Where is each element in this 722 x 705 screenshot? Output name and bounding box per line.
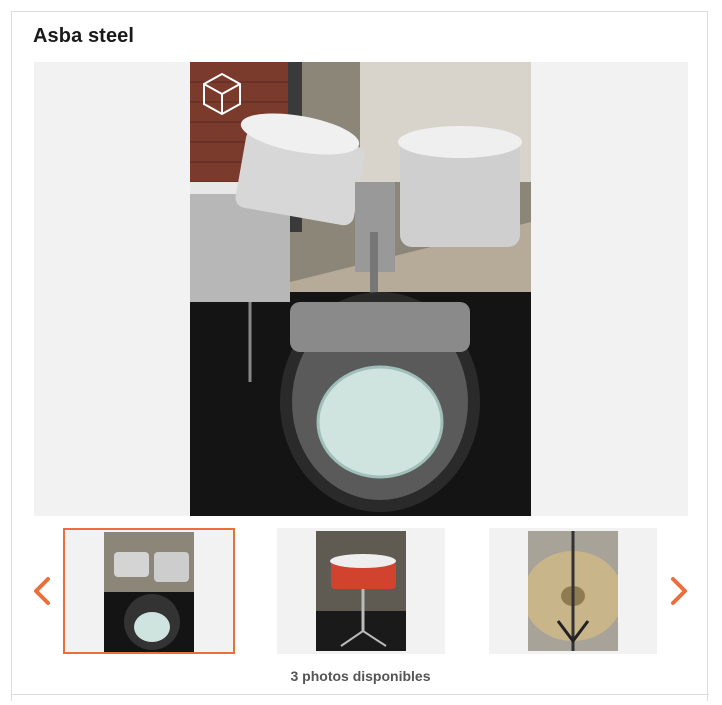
thumbnail-image-cymbal: [528, 531, 618, 651]
chevron-left-icon[interactable]: [30, 573, 54, 609]
main-photo-frame[interactable]: [34, 62, 688, 516]
chevron-right-icon[interactable]: [667, 573, 691, 609]
thumbnail-image-snare: [316, 531, 406, 651]
thumbnail-1[interactable]: [63, 528, 235, 654]
main-photo[interactable]: [190, 62, 531, 516]
photo-count-caption: 3 photos disponibles: [290, 668, 431, 684]
divider: [12, 694, 709, 695]
drum-kit-photo: [190, 62, 531, 516]
ad-photo-card: Asba steel 3 photos disponibles: [11, 11, 709, 701]
thumbnail-image-drum-kit: [104, 532, 194, 652]
thumbnail-2[interactable]: [277, 528, 445, 654]
thumbnail-3[interactable]: [489, 528, 657, 654]
abc-cube-logo-icon: [203, 72, 241, 116]
listing-title: Asba steel: [33, 25, 135, 47]
